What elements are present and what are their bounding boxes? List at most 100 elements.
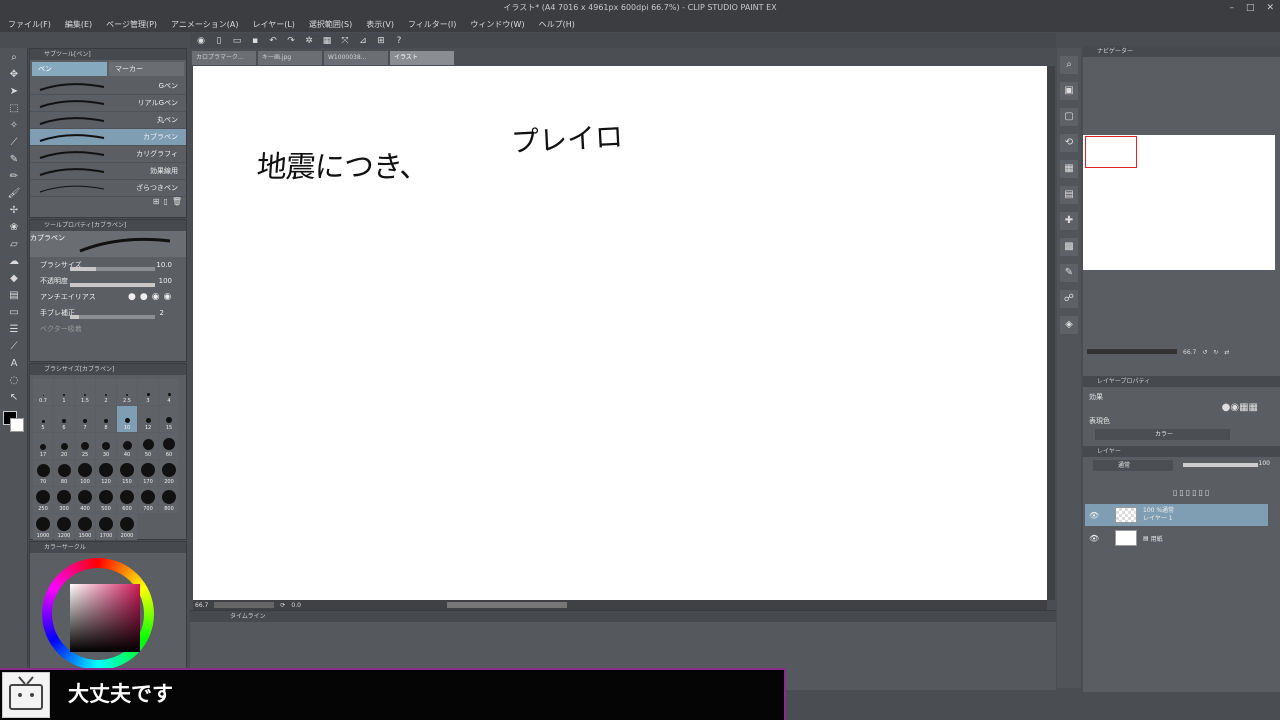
- decoration-icon[interactable]: ❀: [4, 220, 24, 235]
- airbrush-icon[interactable]: ✢: [4, 203, 24, 218]
- effect-icons[interactable]: ●◉▦▦: [1222, 402, 1258, 413]
- brush-size-option[interactable]: 8: [96, 406, 116, 432]
- material-icon[interactable]: ▣: [1060, 82, 1078, 100]
- delete-subtool-icon[interactable]: 🗑: [172, 197, 182, 211]
- brush-size-option[interactable]: 400: [75, 487, 95, 513]
- express-color-select[interactable]: カラー: [1095, 429, 1230, 440]
- brush-size-option[interactable]: 30: [96, 433, 116, 459]
- brush-size-option[interactable]: 300: [54, 487, 74, 513]
- fill-icon[interactable]: ▦: [320, 35, 334, 47]
- doc-tab-1[interactable]: カロプラマーク...: [192, 51, 256, 65]
- brush-size-option[interactable]: 800: [159, 487, 179, 513]
- brush-item[interactable]: 丸ペン: [30, 112, 186, 129]
- color-swatch[interactable]: [3, 411, 25, 433]
- redo-icon[interactable]: ↷: [284, 35, 298, 47]
- layer-row[interactable]: 👁 100 %通常 レイヤー 1: [1085, 504, 1268, 526]
- clip-studio-icon[interactable]: ◉: [194, 35, 208, 47]
- brush-size-slider[interactable]: [70, 267, 155, 271]
- brush-size-option[interactable]: 5: [33, 406, 53, 432]
- operation-tool-icon[interactable]: ➤: [4, 84, 24, 99]
- antialias-options[interactable]: ●●◉◉: [128, 292, 175, 302]
- brush-size-option[interactable]: 150: [117, 460, 137, 486]
- brush-size-value[interactable]: 10.0: [156, 261, 172, 269]
- doc-tab-illust[interactable]: イラスト: [390, 51, 454, 65]
- eye-icon[interactable]: 👁: [1089, 534, 1099, 543]
- brush-size-option[interactable]: 500: [96, 487, 116, 513]
- brush-size-option[interactable]: 12: [138, 406, 158, 432]
- vector-row[interactable]: ベクター吸着: [30, 321, 186, 337]
- brush-size-option[interactable]: 100: [75, 460, 95, 486]
- menu-help[interactable]: ヘルプ(H): [539, 19, 575, 30]
- eyedropper-icon[interactable]: ⟋: [4, 135, 24, 150]
- brush-size-option[interactable]: 2000: [117, 514, 137, 540]
- auto-select-icon[interactable]: ✧: [4, 118, 24, 133]
- eraser-icon[interactable]: ▱: [4, 237, 24, 252]
- layer-opacity-slider[interactable]: [1183, 463, 1258, 467]
- zoom-tool-icon[interactable]: ⌕: [4, 50, 24, 65]
- opacity-slider[interactable]: [70, 283, 155, 287]
- close-icon[interactable]: ✕: [1266, 0, 1274, 16]
- texture-icon[interactable]: ▦: [1060, 160, 1078, 178]
- brush-size-option[interactable]: 25: [75, 433, 95, 459]
- rotate-right-icon[interactable]: ↻: [1213, 349, 1218, 356]
- brush-size-row[interactable]: ブラシサイズ 10.0: [30, 257, 186, 273]
- snap-grid-icon[interactable]: ⊞: [374, 35, 388, 47]
- pencil-tool-icon[interactable]: ✏: [4, 169, 24, 184]
- brush-size-option[interactable]: 80: [54, 460, 74, 486]
- brush-size-option[interactable]: 200: [159, 460, 179, 486]
- subtool-settings-icon[interactable]: ⊞: [153, 197, 160, 211]
- opacity-value[interactable]: 100: [159, 277, 172, 285]
- menu-edit[interactable]: 編集(E): [65, 19, 92, 30]
- brush-size-option[interactable]: 2.5: [117, 379, 137, 405]
- brush-size-option[interactable]: 170: [138, 460, 158, 486]
- menu-window[interactable]: ウィンドウ(W): [470, 19, 524, 30]
- brush-size-option[interactable]: 120: [96, 460, 116, 486]
- menu-filter[interactable]: フィルター(I): [408, 19, 456, 30]
- brush-size-option[interactable]: 1: [54, 379, 74, 405]
- snap-ruler-icon[interactable]: ⊿: [356, 35, 370, 47]
- brush-item[interactable]: 効果線用: [30, 163, 186, 180]
- page-icon[interactable]: ▤: [1060, 186, 1078, 204]
- zoom-value[interactable]: 66.7: [195, 602, 208, 609]
- brush-size-option[interactable]: 1.5: [75, 379, 95, 405]
- save-icon[interactable]: ▪: [248, 35, 262, 47]
- menu-selection[interactable]: 選択範囲(S): [309, 19, 352, 30]
- doc-tab-2[interactable]: キー画.jpg: [258, 51, 322, 65]
- drawing-canvas[interactable]: 地震につき、 プレイロ: [193, 66, 1047, 600]
- balloon-icon[interactable]: ◌: [4, 373, 24, 388]
- navigator-view-rect[interactable]: [1085, 136, 1137, 168]
- pose-icon[interactable]: ☍: [1060, 290, 1078, 308]
- brush-size-option[interactable]: 1700: [96, 514, 116, 540]
- stabilize-row[interactable]: 手ブレ補正 2: [30, 305, 186, 321]
- menu-view[interactable]: 表示(V): [366, 19, 394, 30]
- frame-icon[interactable]: ☰: [4, 322, 24, 337]
- brush-tool-icon[interactable]: 🖌: [4, 186, 24, 201]
- navigator-zoom-value[interactable]: 66.7: [1183, 349, 1196, 356]
- angle-value[interactable]: 0.0: [291, 602, 301, 609]
- brush-size-option[interactable]: 1200: [54, 514, 74, 540]
- help-icon[interactable]: ?: [392, 35, 406, 47]
- brush-item[interactable]: カブラペン: [30, 129, 186, 146]
- navigator-zoom-slider[interactable]: [1087, 349, 1177, 354]
- menu-layer[interactable]: レイヤー(L): [252, 19, 294, 30]
- brush-size-option[interactable]: 700: [138, 487, 158, 513]
- brush-size-option[interactable]: 15: [159, 406, 179, 432]
- brush-size-option[interactable]: 10: [117, 406, 137, 432]
- undo-icon[interactable]: ↶: [266, 35, 280, 47]
- opacity-row[interactable]: 不透明度 100: [30, 273, 186, 289]
- brush-size-option[interactable]: 17: [33, 433, 53, 459]
- preview-icon[interactable]: ▢: [1060, 108, 1078, 126]
- brush-item[interactable]: リアルGペン: [30, 95, 186, 112]
- menu-file[interactable]: ファイル(F): [8, 19, 51, 30]
- fill-tool-icon[interactable]: ◆: [4, 271, 24, 286]
- pen-tool-icon[interactable]: ✎: [4, 152, 24, 167]
- minimize-icon[interactable]: –: [1229, 0, 1234, 16]
- tab-marker[interactable]: マーカー: [109, 62, 184, 76]
- blend-mode-select[interactable]: 通常: [1093, 460, 1173, 471]
- stabilize-value[interactable]: 2: [160, 309, 164, 317]
- brush-size-option[interactable]: 1000: [33, 514, 53, 540]
- copy-subtool-icon[interactable]: ▯: [163, 197, 167, 211]
- rotate-left-icon[interactable]: ↺: [1202, 349, 1207, 356]
- text-tool-icon[interactable]: A: [4, 356, 24, 371]
- horizontal-scrollbar[interactable]: [446, 602, 567, 608]
